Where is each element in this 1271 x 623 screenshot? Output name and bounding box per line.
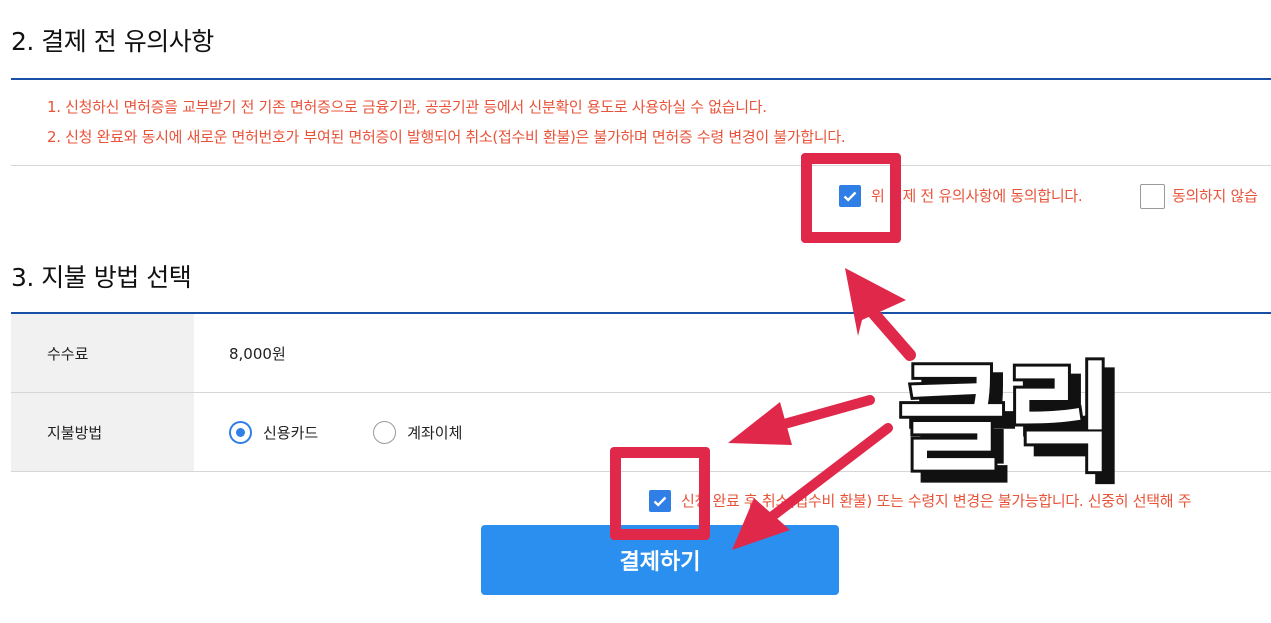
- payment-method-label: 지불방법: [11, 393, 194, 471]
- notice-item-2: 2. 신청 완료와 동시에 새로운 면허번호가 부여된 면허증이 발행되어 취소…: [47, 128, 846, 146]
- section-title-payment-method: 3. 지불 방법 선택: [11, 263, 192, 292]
- section-divider: [11, 78, 1271, 80]
- disagree-checkbox[interactable]: [1140, 184, 1165, 209]
- radio-credit-card-label: 신용카드: [263, 423, 319, 442]
- fee-value: 8,000원: [229, 344, 286, 363]
- radio-selected-icon[interactable]: [229, 420, 252, 444]
- confirm-label[interactable]: 신청 완료 후 취소(접수비 환불) 또는 수령지 변경은 불가능합니다. 신중…: [681, 490, 1192, 511]
- section-title-precautions: 2. 결제 전 유의사항: [11, 27, 214, 56]
- payment-method-options: 신용카드 계좌이체: [229, 393, 517, 471]
- highlight-box-confirm: [610, 447, 710, 540]
- radio-unselected-icon[interactable]: [373, 420, 397, 444]
- fee-label: 수수료: [11, 314, 194, 392]
- highlight-box-agree: [801, 153, 901, 243]
- agree-label[interactable]: 위 결제 전 유의사항에 동의합니다.: [871, 185, 1083, 206]
- radio-credit-card[interactable]: 신용카드: [229, 420, 319, 444]
- radio-bank-transfer-label: 계좌이체: [407, 423, 463, 442]
- notice-item-1: 1. 신청하신 면허증을 교부받기 전 기존 면허증으로 금융기관, 공공기관 …: [47, 98, 767, 116]
- fee-row: 수수료 8,000원: [11, 314, 1271, 392]
- disagree-label[interactable]: 동의하지 않습: [1172, 185, 1258, 206]
- radio-bank-transfer[interactable]: 계좌이체: [373, 420, 463, 444]
- notice-divider: [11, 165, 1271, 166]
